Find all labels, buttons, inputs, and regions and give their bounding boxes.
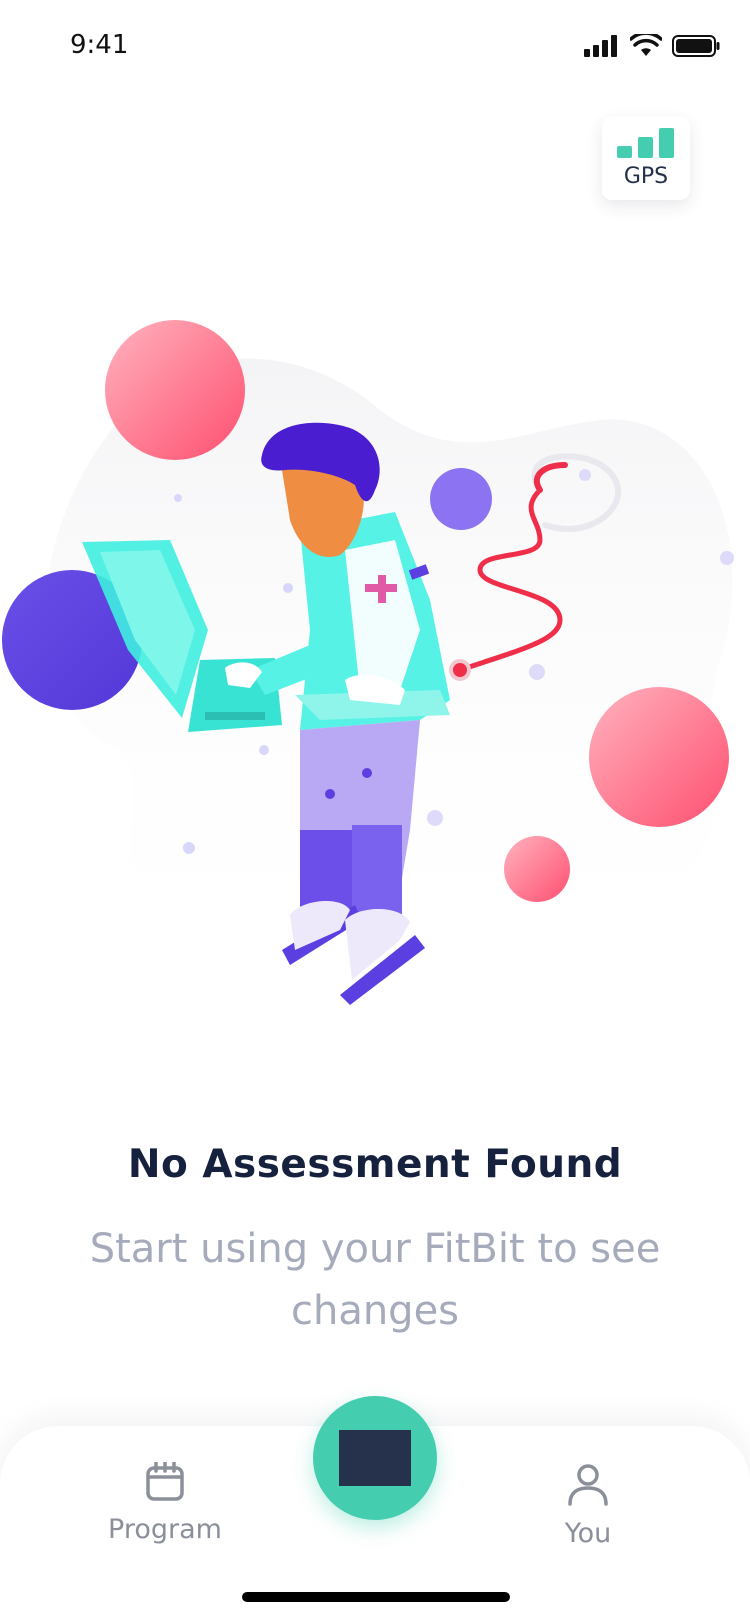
battery-icon (672, 35, 720, 57)
empty-state-subtitle: Start using your FitBit to see changes (89, 1226, 661, 1334)
status-icons (584, 34, 720, 58)
wifi-icon (630, 34, 662, 56)
nav-item-program[interactable]: Program (95, 1461, 235, 1545)
nav-program-label: Program (108, 1514, 222, 1545)
center-action-button[interactable] (313, 1396, 437, 1520)
nav-item-you[interactable]: You (518, 1462, 658, 1549)
user-icon (568, 1464, 608, 1506)
gps-label: GPS (623, 163, 669, 189)
empty-state-title: No Assessment Found (127, 1142, 623, 1187)
doctor-illustration (2, 320, 734, 1005)
pink-sphere-top (105, 320, 245, 460)
status-time: 9:41 (70, 30, 129, 60)
home-indicator (242, 1592, 510, 1602)
violet-sphere (430, 468, 492, 530)
pink-sphere-right (589, 687, 729, 827)
center-action-icon (339, 1430, 411, 1486)
nav-you-label: You (564, 1518, 612, 1549)
signal-icon (584, 35, 617, 57)
pink-sphere-small (504, 836, 570, 902)
gps-signal-icon (617, 127, 674, 158)
gps-indicator[interactable]: GPS (602, 116, 690, 200)
calendar-icon (146, 1461, 184, 1501)
